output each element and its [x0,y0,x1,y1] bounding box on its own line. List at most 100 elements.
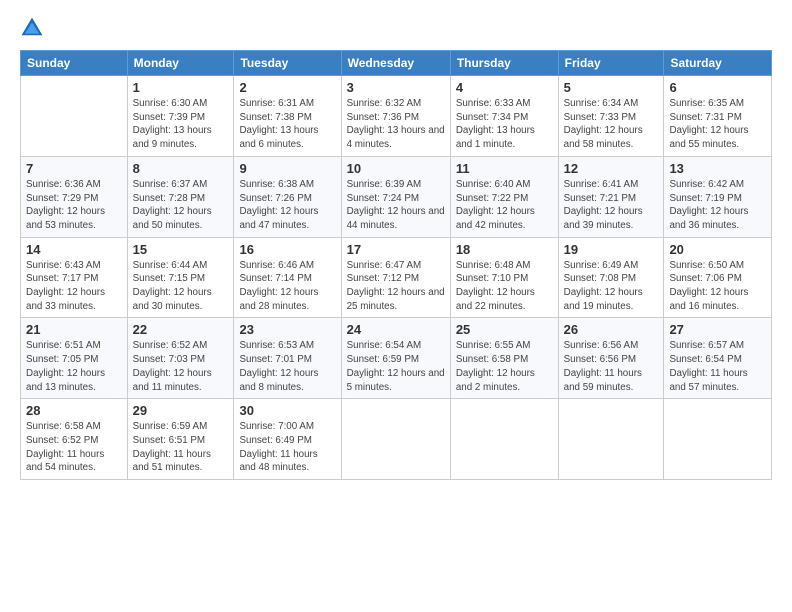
day-number: 18 [456,242,553,257]
calendar-week-row: 7 Sunrise: 6:36 AM Sunset: 7:29 PM Daylig… [21,156,772,237]
day-number: 23 [239,322,335,337]
calendar-cell: 25 Sunrise: 6:55 AM Sunset: 6:58 PM Dayli… [450,318,558,399]
day-number: 15 [133,242,229,257]
calendar-cell: 24 Sunrise: 6:54 AM Sunset: 6:59 PM Dayli… [341,318,450,399]
day-info: Sunrise: 6:43 AM Sunset: 7:17 PM Dayligh… [26,259,122,314]
calendar-cell: 9Sunrise: 6:38 AM Sunset: 7:26 PM Daylig… [234,156,341,237]
calendar-day-header: Friday [558,51,664,76]
day-info: Sunrise: 6:37 AM Sunset: 7:28 PM Dayligh… [133,178,229,233]
day-info: Sunrise: 6:57 AM Sunset: 6:54 PM Dayligh… [669,339,766,394]
calendar-cell: 1 Sunrise: 6:30 AM Sunset: 7:39 PM Daylig… [127,76,234,157]
calendar-cell: 15 Sunrise: 6:44 AM Sunset: 7:15 PM Dayli… [127,237,234,318]
day-number: 16 [239,242,335,257]
day-info: Sunrise: 6:34 AM Sunset: 7:33 PM Dayligh… [564,97,659,152]
day-info: Sunrise: 6:51 AM Sunset: 7:05 PM Dayligh… [26,339,122,394]
calendar-cell: 26 Sunrise: 6:56 AM Sunset: 6:56 PM Dayli… [558,318,664,399]
logo [20,16,46,40]
calendar-cell: 11Sunrise: 6:40 AM Sunset: 7:22 PM Dayli… [450,156,558,237]
day-info: Sunrise: 6:36 AM Sunset: 7:29 PM Dayligh… [26,178,122,233]
day-info: Sunrise: 6:32 AM Sunset: 7:36 PM Dayligh… [347,97,445,152]
header [20,16,772,40]
calendar-cell: 12 Sunrise: 6:41 AM Sunset: 7:21 PM Dayli… [558,156,664,237]
calendar-cell: 4 Sunrise: 6:33 AM Sunset: 7:34 PM Daylig… [450,76,558,157]
calendar-day-header: Monday [127,51,234,76]
calendar-cell: 16 Sunrise: 6:46 AM Sunset: 7:14 PM Dayli… [234,237,341,318]
day-info: Sunrise: 6:41 AM Sunset: 7:21 PM Dayligh… [564,178,659,233]
calendar-day-header: Wednesday [341,51,450,76]
day-number: 19 [564,242,659,257]
day-number: 14 [26,242,122,257]
day-number: 26 [564,322,659,337]
calendar-cell: 29 Sunrise: 6:59 AM Sunset: 6:51 PM Dayli… [127,399,234,480]
calendar-week-row: 21 Sunrise: 6:51 AM Sunset: 7:05 PM Dayli… [21,318,772,399]
day-number: 4 [456,80,553,95]
calendar-cell [664,399,772,480]
day-info: Sunrise: 6:31 AM Sunset: 7:38 PM Dayligh… [239,97,335,152]
calendar-cell: 6 Sunrise: 6:35 AM Sunset: 7:31 PM Daylig… [664,76,772,157]
calendar-cell: 13 Sunrise: 6:42 AM Sunset: 7:19 PM Dayli… [664,156,772,237]
day-number: 12 [564,161,659,176]
day-number: 1 [133,80,229,95]
day-number: 6 [669,80,766,95]
calendar-cell [558,399,664,480]
day-info: Sunrise: 6:42 AM Sunset: 7:19 PM Dayligh… [669,178,766,233]
calendar-cell: 7 Sunrise: 6:36 AM Sunset: 7:29 PM Daylig… [21,156,128,237]
calendar-cell: 18 Sunrise: 6:48 AM Sunset: 7:10 PM Dayli… [450,237,558,318]
day-info: Sunrise: 6:35 AM Sunset: 7:31 PM Dayligh… [669,97,766,152]
day-number: 3 [347,80,445,95]
calendar-header-row: SundayMondayTuesdayWednesdayThursdayFrid… [21,51,772,76]
day-info: Sunrise: 6:49 AM Sunset: 7:08 PM Dayligh… [564,259,659,314]
day-info: Sunrise: 6:52 AM Sunset: 7:03 PM Dayligh… [133,339,229,394]
calendar-cell: 14 Sunrise: 6:43 AM Sunset: 7:17 PM Dayli… [21,237,128,318]
day-number: 11 [456,161,553,176]
logo-icon [20,16,44,40]
calendar-week-row: 1 Sunrise: 6:30 AM Sunset: 7:39 PM Daylig… [21,76,772,157]
page: SundayMondayTuesdayWednesdayThursdayFrid… [0,0,792,612]
day-info: Sunrise: 6:58 AM Sunset: 6:52 PM Dayligh… [26,420,122,475]
calendar-week-row: 28 Sunrise: 6:58 AM Sunset: 6:52 PM Dayli… [21,399,772,480]
day-info: Sunrise: 6:44 AM Sunset: 7:15 PM Dayligh… [133,259,229,314]
day-info: Sunrise: 6:59 AM Sunset: 6:51 PM Dayligh… [133,420,229,475]
calendar-cell: 2 Sunrise: 6:31 AM Sunset: 7:38 PM Daylig… [234,76,341,157]
day-number: 27 [669,322,766,337]
day-info: Sunrise: 6:30 AM Sunset: 7:39 PM Dayligh… [133,97,229,152]
day-info: Sunrise: 6:39 AM Sunset: 7:24 PM Dayligh… [347,178,445,233]
day-number: 13 [669,161,766,176]
day-info: Sunrise: 6:48 AM Sunset: 7:10 PM Dayligh… [456,259,553,314]
calendar-day-header: Thursday [450,51,558,76]
day-info: Sunrise: 6:38 AM Sunset: 7:26 PM Dayligh… [239,178,335,233]
calendar-cell: 27 Sunrise: 6:57 AM Sunset: 6:54 PM Dayli… [664,318,772,399]
calendar-cell [21,76,128,157]
day-number: 2 [239,80,335,95]
day-info: Sunrise: 6:50 AM Sunset: 7:06 PM Dayligh… [669,259,766,314]
day-info: Sunrise: 6:55 AM Sunset: 6:58 PM Dayligh… [456,339,553,394]
calendar-cell: 28 Sunrise: 6:58 AM Sunset: 6:52 PM Dayli… [21,399,128,480]
day-number: 8 [133,161,229,176]
calendar-day-header: Sunday [21,51,128,76]
day-number: 5 [564,80,659,95]
day-number: 25 [456,322,553,337]
calendar-cell: 5 Sunrise: 6:34 AM Sunset: 7:33 PM Daylig… [558,76,664,157]
day-info: Sunrise: 6:47 AM Sunset: 7:12 PM Dayligh… [347,259,445,314]
day-info: Sunrise: 6:33 AM Sunset: 7:34 PM Dayligh… [456,97,553,152]
calendar-cell: 30Sunrise: 7:00 AM Sunset: 6:49 PM Dayli… [234,399,341,480]
day-number: 21 [26,322,122,337]
day-info: Sunrise: 6:54 AM Sunset: 6:59 PM Dayligh… [347,339,445,394]
calendar-cell: 20Sunrise: 6:50 AM Sunset: 7:06 PM Dayli… [664,237,772,318]
calendar-cell: 23Sunrise: 6:53 AM Sunset: 7:01 PM Dayli… [234,318,341,399]
day-info: Sunrise: 6:56 AM Sunset: 6:56 PM Dayligh… [564,339,659,394]
calendar-cell [341,399,450,480]
calendar-cell: 22 Sunrise: 6:52 AM Sunset: 7:03 PM Dayli… [127,318,234,399]
day-info: Sunrise: 6:46 AM Sunset: 7:14 PM Dayligh… [239,259,335,314]
calendar-day-header: Saturday [664,51,772,76]
calendar-week-row: 14 Sunrise: 6:43 AM Sunset: 7:17 PM Dayli… [21,237,772,318]
day-number: 28 [26,403,122,418]
calendar-cell: 17 Sunrise: 6:47 AM Sunset: 7:12 PM Dayli… [341,237,450,318]
day-number: 7 [26,161,122,176]
day-number: 29 [133,403,229,418]
day-number: 17 [347,242,445,257]
day-number: 22 [133,322,229,337]
day-number: 24 [347,322,445,337]
calendar-cell [450,399,558,480]
calendar-cell: 19 Sunrise: 6:49 AM Sunset: 7:08 PM Dayli… [558,237,664,318]
